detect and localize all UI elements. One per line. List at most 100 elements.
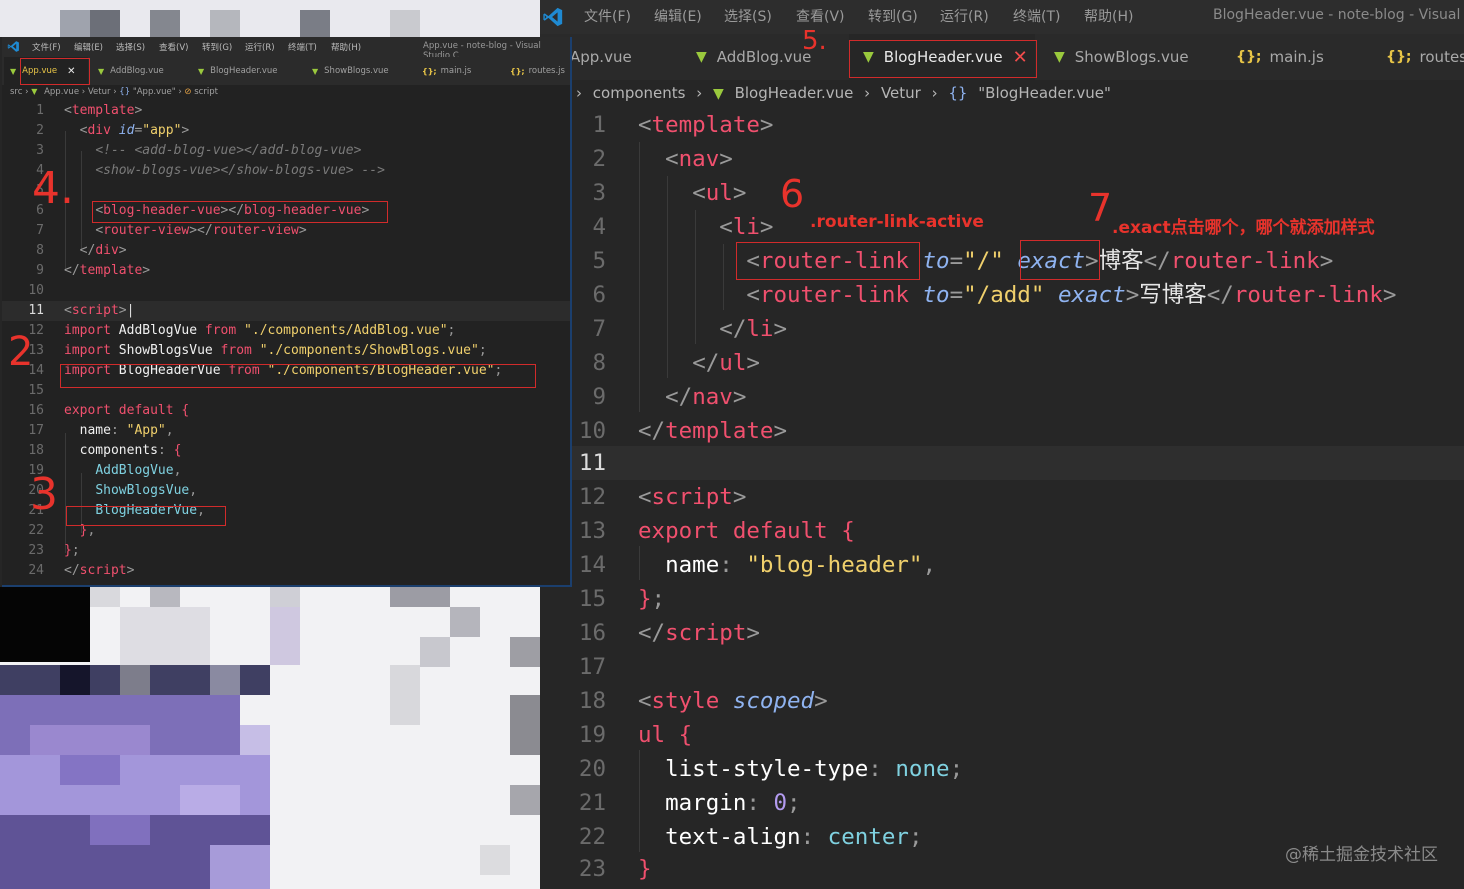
menu-run[interactable]: 运行(R) — [245, 41, 275, 53]
menu-go[interactable]: 转到(G) — [868, 6, 918, 26]
code-line[interactable]: 13 export default { — [540, 514, 1464, 548]
menu-terminal[interactable]: 终端(T) — [1013, 6, 1060, 26]
breadcrumb-symbol[interactable]: "BlogHeader.vue" — [978, 84, 1111, 102]
code-line[interactable]: 7 </li> — [540, 312, 1464, 346]
code-line-current[interactable]: 11 — [540, 446, 1464, 480]
code-line[interactable]: 20 ShowBlogsVue, — [2, 481, 570, 501]
annotation-number-7: 7 — [1088, 186, 1113, 230]
chevron-right-icon: › — [696, 84, 703, 102]
code-line[interactable]: 9 </nav> — [540, 380, 1464, 414]
menu-selection[interactable]: 选择(S) — [116, 41, 145, 53]
code-line[interactable]: 5 — [2, 181, 570, 201]
chevron-right-icon: › — [178, 87, 182, 97]
code-line[interactable]: 9 </template> — [2, 261, 570, 281]
title-bar: 文件(F) 编辑(E) 选择(S) 查看(V) 转到(G) 运行(R) 终端(T… — [540, 0, 1464, 34]
tab-routes-js[interactable]: {}; routes.js — [510, 57, 570, 85]
code-line[interactable]: 13 import ShowBlogsVue from "./components… — [2, 341, 570, 361]
menu-view[interactable]: 查看(V) — [159, 41, 188, 53]
menu-selection[interactable]: 选择(S) — [724, 6, 772, 26]
tab-showblogs-vue[interactable]: ▼ ShowBlogs.vue — [1054, 34, 1224, 80]
code-line[interactable]: 21 margin: 0; — [540, 786, 1464, 820]
code-line[interactable]: 14 name: "blog-header", — [540, 548, 1464, 582]
tab-label: main.js — [440, 66, 472, 76]
breadcrumb: src › ▼ App.vue › Vetur › {} "App.vue" ›… — [10, 87, 218, 97]
tab-main-js[interactable]: {}; main.js — [422, 57, 502, 85]
code-line[interactable]: 23}; — [2, 541, 570, 561]
tab-main-js[interactable]: {}; main.js — [1236, 34, 1366, 80]
vue-icon: ▼ — [198, 66, 205, 76]
menu-terminal[interactable]: 终端(T) — [288, 41, 317, 53]
tab-label: BlogHeader.vue — [210, 66, 278, 76]
breadcrumb-root[interactable]: src — [10, 87, 22, 97]
code-line[interactable]: 7 <router-view></router-view> — [2, 221, 570, 241]
annotation-box-import — [60, 364, 536, 388]
section-icon: ⊘ — [184, 87, 192, 97]
code-line[interactable]: 19 AddBlogVue, — [2, 461, 570, 481]
chevron-right-icon: › — [113, 87, 117, 97]
code-line[interactable]: 12 <script> — [540, 480, 1464, 514]
tab-showblogs-vue[interactable]: ▼ ShowBlogs.vue — [312, 57, 418, 85]
tab-addblog-vue[interactable]: ▼ AddBlog.vue — [98, 57, 198, 85]
code-line[interactable]: 20 list-style-type: none; — [540, 752, 1464, 786]
annotation-number-3: 3 — [30, 469, 58, 520]
menu-edit[interactable]: 编辑(E) — [74, 41, 103, 53]
js-icon: {}; — [1386, 49, 1412, 65]
menu-run[interactable]: 运行(R) — [940, 6, 989, 26]
title-bar: 文件(F) 编辑(E) 选择(S) 查看(V) 转到(G) 运行(R) 终端(T… — [2, 37, 570, 61]
code-line[interactable]: 6 <router-link to="/add" exact>写博客</rout… — [540, 278, 1464, 312]
code-line[interactable]: 5 <router-link to="/" exact>博客</router-l… — [540, 244, 1464, 278]
menu-help[interactable]: 帮助(H) — [1084, 6, 1133, 26]
vue-icon: ▼ — [312, 66, 319, 76]
code-line[interactable]: 17 name: "App", — [2, 421, 570, 441]
code-line[interactable]: 3 <ul> — [540, 176, 1464, 210]
tab-label: main.js — [1269, 48, 1324, 66]
code-line[interactable]: 3 <!-- <add-blog-vue></add-blog-vue> — [2, 141, 570, 161]
code-line[interactable]: 4 <show-blogs-vue></show-blogs-vue> --> — [2, 161, 570, 181]
breadcrumb-lang[interactable]: Vetur — [88, 87, 111, 97]
breadcrumb-section[interactable]: script — [194, 87, 218, 97]
vue-icon: ▼ — [696, 49, 707, 65]
code-line[interactable]: 24 </script> — [2, 561, 570, 581]
menu-view[interactable]: 查看(V) — [796, 6, 845, 26]
code-line[interactable]: 10 — [2, 281, 570, 301]
breadcrumb-file[interactable]: BlogHeader.vue — [735, 84, 854, 102]
code-line[interactable]: 16 </script> — [540, 616, 1464, 650]
watermark: @稀土掘金技术社区 — [1285, 845, 1438, 865]
code-line[interactable]: 8 </ul> — [540, 346, 1464, 380]
code-line[interactable]: 12 import AddBlogVue from "./components/A… — [2, 321, 570, 341]
code-line[interactable]: 15}; — [540, 582, 1464, 616]
breadcrumb-file[interactable]: App.vue — [44, 87, 79, 97]
code-line[interactable]: 1 <template> — [2, 101, 570, 121]
code-line[interactable]: 18 <style scoped> — [540, 684, 1464, 718]
code-line[interactable]: 18 components: { — [2, 441, 570, 461]
tab-label: routes.js — [1419, 48, 1464, 66]
vscode-logo-icon — [7, 41, 19, 52]
menu-file[interactable]: 文件(F) — [584, 6, 631, 26]
tab-app-vue[interactable]: App.vue — [570, 34, 690, 80]
code-line[interactable]: 16 export default { — [2, 401, 570, 421]
code-line[interactable]: 2 <div id="app"> — [2, 121, 570, 141]
code-line[interactable]: 19 ul { — [540, 718, 1464, 752]
tab-blogheader-vue[interactable]: ▼ BlogHeader.vue — [198, 57, 310, 85]
code-line[interactable]: 17 — [540, 650, 1464, 684]
menu-help[interactable]: 帮助(H) — [331, 41, 361, 53]
code-line[interactable]: 10 </template> — [540, 414, 1464, 448]
menu-edit[interactable]: 编辑(E) — [654, 6, 702, 26]
menu-go[interactable]: 转到(G) — [202, 41, 232, 53]
breadcrumb-symbol[interactable]: "App.vue" — [133, 87, 176, 97]
annotation-box-router-link — [736, 242, 920, 280]
pixelated-background-bottom — [0, 587, 540, 889]
annotation-box-tab — [849, 40, 1037, 78]
code-line[interactable]: 1 <template> — [540, 108, 1464, 142]
breadcrumb-lang[interactable]: Vetur — [881, 84, 921, 102]
code-line-current[interactable]: 11 <script>| — [2, 301, 570, 321]
pixelated-background-top — [0, 0, 540, 37]
tab-label: ShowBlogs.vue — [1074, 48, 1189, 66]
tab-routes-js[interactable]: {}; routes.js — [1386, 34, 1464, 80]
code-line[interactable]: 8 </div> — [2, 241, 570, 261]
tab-label: AddBlog.vue — [716, 48, 812, 66]
breadcrumb-folder[interactable]: components — [593, 84, 686, 102]
code-line[interactable]: 2 <nav> — [540, 142, 1464, 176]
menu-file[interactable]: 文件(F) — [32, 41, 61, 53]
js-icon: {}; — [422, 66, 437, 76]
